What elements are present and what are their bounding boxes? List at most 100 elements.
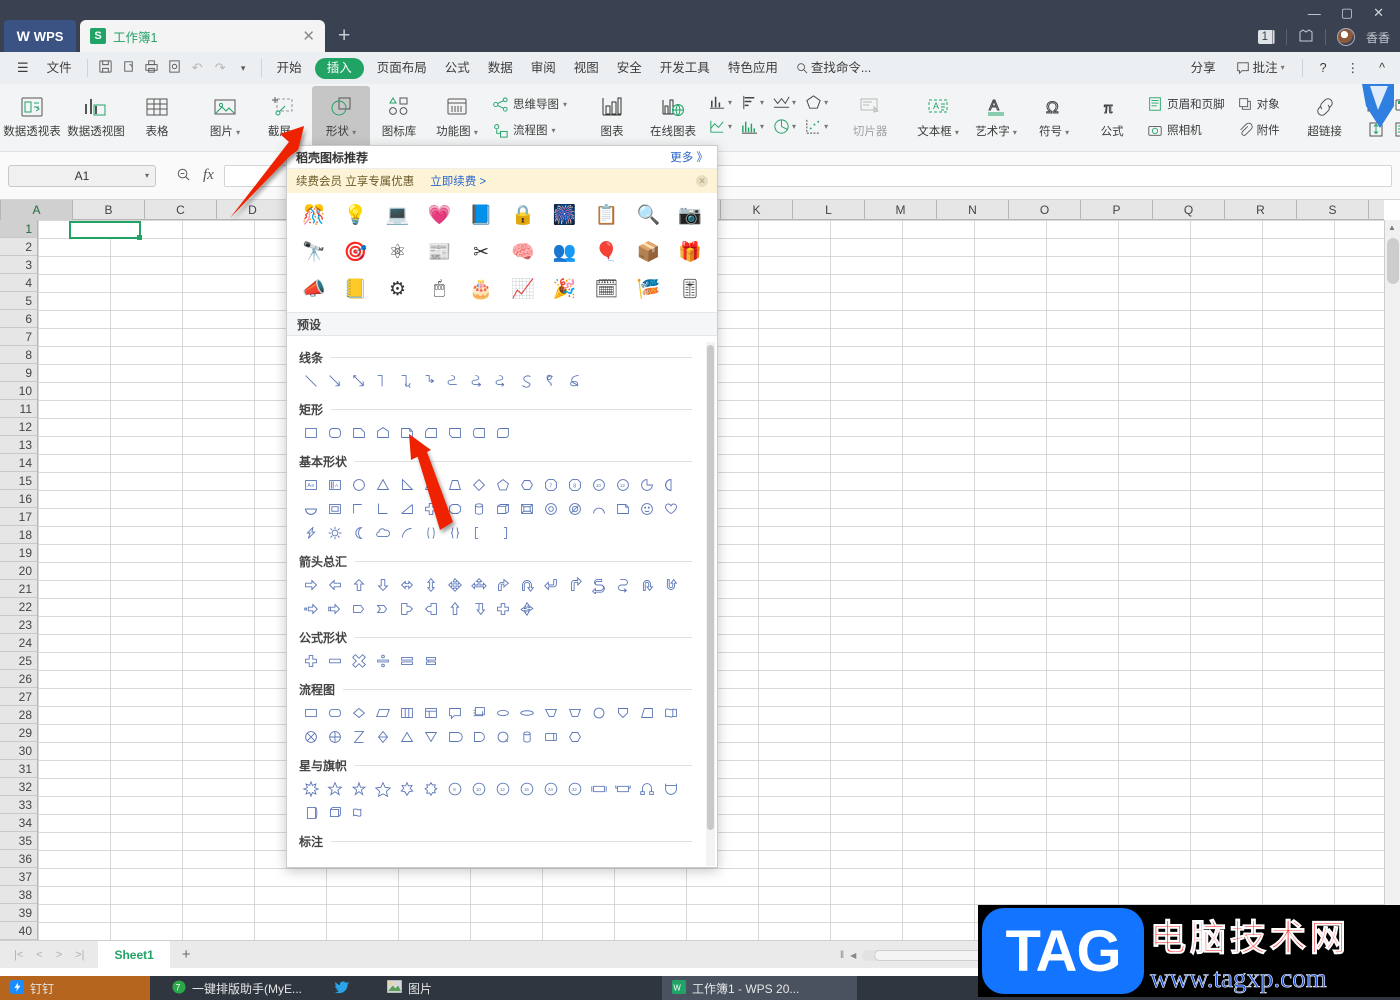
row-header-28[interactable]: 28 xyxy=(0,706,37,724)
shape-basic-shapes-section-21[interactable] xyxy=(419,497,443,521)
shape-basic-shapes-section-8[interactable] xyxy=(491,473,515,497)
shape-arrows-section-20[interactable] xyxy=(395,597,419,621)
shape-flowchart-section-17[interactable] xyxy=(323,725,347,749)
tab-start[interactable]: 开始 xyxy=(268,52,311,84)
shape-lines-section-10[interactable] xyxy=(539,369,563,393)
split-handle-icon[interactable]: ‖ xyxy=(840,950,844,961)
row-header-37[interactable]: 37 xyxy=(0,868,37,886)
row-header-6[interactable]: 6 xyxy=(0,310,37,328)
shape-arrows-section-11[interactable] xyxy=(563,573,587,597)
shape-basic-shapes-section-27[interactable] xyxy=(563,497,587,521)
shape-equation-shapes-section-0[interactable] xyxy=(299,649,323,673)
shape-stars-banners-section-11[interactable]: 32 xyxy=(563,777,587,801)
header-footer-button[interactable]: 页眉和页脚 xyxy=(1141,91,1231,117)
recommended-icon-1-7[interactable]: 🎈 xyxy=(586,235,628,269)
shape-arrows-section-19[interactable] xyxy=(371,597,395,621)
wordart-button[interactable]: A 艺术字 ▾ xyxy=(967,86,1025,148)
recommended-icon-0-2[interactable]: 💻 xyxy=(377,198,419,232)
shape-basic-shapes-section-7[interactable] xyxy=(467,473,491,497)
symbol-button[interactable]: Ω 符号 ▾ xyxy=(1025,86,1083,148)
row-header-19[interactable]: 19 xyxy=(0,544,37,562)
shape-rectangles-section-6[interactable] xyxy=(443,421,467,445)
menu-file[interactable]: 文件 xyxy=(38,52,81,84)
shapes-button[interactable]: 形状 ▾ xyxy=(312,86,370,148)
shape-stars-banners-section-16[interactable] xyxy=(299,801,323,825)
online-chart-button[interactable]: 在线图表 xyxy=(641,86,705,148)
shape-arrows-section-10[interactable] xyxy=(539,573,563,597)
shape-flowchart-section-1[interactable] xyxy=(323,701,347,725)
recommended-icon-2-1[interactable]: 📒 xyxy=(335,272,377,306)
scroll-up-icon[interactable]: ▲ xyxy=(1388,223,1396,232)
recommended-icon-0-7[interactable]: 📋 xyxy=(586,198,628,232)
shape-stars-banners-section-1[interactable] xyxy=(323,777,347,801)
minimize-icon[interactable]: — xyxy=(1308,6,1321,21)
shape-arrows-section-3[interactable] xyxy=(371,573,395,597)
recommended-icon-2-9[interactable]: 🎚 xyxy=(669,272,711,306)
shape-basic-shapes-section-37[interactable] xyxy=(419,521,443,545)
recommended-icon-1-8[interactable]: 📦 xyxy=(627,235,669,269)
shape-lines-section-11[interactable] xyxy=(563,369,587,393)
vertical-scrollbar[interactable]: ▲ ▼ xyxy=(1384,220,1400,940)
pivot-chart-button[interactable]: 数据透视图 xyxy=(64,86,128,148)
shape-stars-banners-section-3[interactable] xyxy=(371,777,395,801)
user-name[interactable]: 香香 xyxy=(1366,29,1390,46)
shape-arrows-section-6[interactable] xyxy=(443,573,467,597)
shape-flowchart-section-21[interactable] xyxy=(419,725,443,749)
shape-basic-shapes-section-40[interactable] xyxy=(491,521,515,545)
shape-flowchart-section-8[interactable] xyxy=(491,701,515,725)
shape-arrows-section-13[interactable] xyxy=(611,573,635,597)
row-header-31[interactable]: 31 xyxy=(0,760,37,778)
shape-equation-shapes-section-1[interactable] xyxy=(323,649,347,673)
shape-flowchart-section-14[interactable] xyxy=(635,701,659,725)
object-button[interactable]: 对象 xyxy=(1231,91,1286,117)
taskbar-item-dingtalk[interactable]: 钉钉 xyxy=(0,976,150,1000)
row-header-2[interactable]: 2 xyxy=(0,238,37,256)
shape-arrows-section-22[interactable] xyxy=(443,597,467,621)
shape-flowchart-section-23[interactable] xyxy=(467,725,491,749)
shape-lines-section-4[interactable] xyxy=(395,369,419,393)
document-tab-workbook1[interactable]: S 工作簿1 ✕ xyxy=(80,20,325,52)
shape-flowchart-section-22[interactable] xyxy=(443,725,467,749)
function-chart-button[interactable]: 功能图 ▾ xyxy=(428,86,486,148)
shape-flowchart-section-10[interactable] xyxy=(539,701,563,725)
shape-basic-shapes-section-19[interactable] xyxy=(371,497,395,521)
row-header-4[interactable]: 4 xyxy=(0,274,37,292)
shape-basic-shapes-section-24[interactable] xyxy=(491,497,515,521)
shape-arrows-section-5[interactable] xyxy=(419,573,443,597)
shape-basic-shapes-section-4[interactable] xyxy=(395,473,419,497)
recommended-icon-2-3[interactable]: 🖱 xyxy=(418,272,460,306)
histogram-icon[interactable]: ▾ xyxy=(737,115,767,138)
row-header-34[interactable]: 34 xyxy=(0,814,37,832)
shape-lines-section-0[interactable] xyxy=(299,369,323,393)
column-header-D[interactable]: D xyxy=(217,200,289,220)
shape-basic-shapes-section-34[interactable] xyxy=(347,521,371,545)
skin-icon[interactable] xyxy=(1298,28,1314,46)
recommended-icon-0-0[interactable]: 🎊 xyxy=(293,198,335,232)
column-header-B[interactable]: B xyxy=(73,200,145,220)
tab-data[interactable]: 数据 xyxy=(479,52,522,84)
column-header-C[interactable]: C xyxy=(145,200,217,220)
recommended-icon-1-9[interactable]: 🎁 xyxy=(669,235,711,269)
pie-chart-icon[interactable]: ▾ xyxy=(769,115,799,138)
next-sheet-icon[interactable]: > xyxy=(56,949,62,961)
shape-flowchart-section-24[interactable] xyxy=(491,725,515,749)
tab-count-badge[interactable]: 1 xyxy=(1257,30,1275,44)
help-icon[interactable]: ? xyxy=(1311,52,1336,84)
shape-flowchart-section-6[interactable] xyxy=(443,701,467,725)
shape-arrows-section-12[interactable] xyxy=(587,573,611,597)
wps-home-button[interactable]: W WPS xyxy=(4,20,76,52)
recommended-icon-1-5[interactable]: 🧠 xyxy=(502,235,544,269)
shape-arrows-section-1[interactable] xyxy=(323,573,347,597)
shape-basic-shapes-section-2[interactable] xyxy=(347,473,371,497)
shape-stars-banners-section-0[interactable] xyxy=(299,777,323,801)
recommended-icon-0-9[interactable]: 📷 xyxy=(669,198,711,232)
shape-basic-shapes-section-5[interactable] xyxy=(419,473,443,497)
row-header-8[interactable]: 8 xyxy=(0,346,37,364)
column-header-S[interactable]: S xyxy=(1297,200,1369,220)
row-header-39[interactable]: 39 xyxy=(0,904,37,922)
column-header-R[interactable]: R xyxy=(1225,200,1297,220)
camera-button[interactable]: 照相机 xyxy=(1141,117,1231,143)
recommended-icon-2-8[interactable]: 🎏 xyxy=(627,272,669,306)
save-as-icon[interactable] xyxy=(117,59,140,77)
shape-rectangles-section-5[interactable] xyxy=(419,421,443,445)
